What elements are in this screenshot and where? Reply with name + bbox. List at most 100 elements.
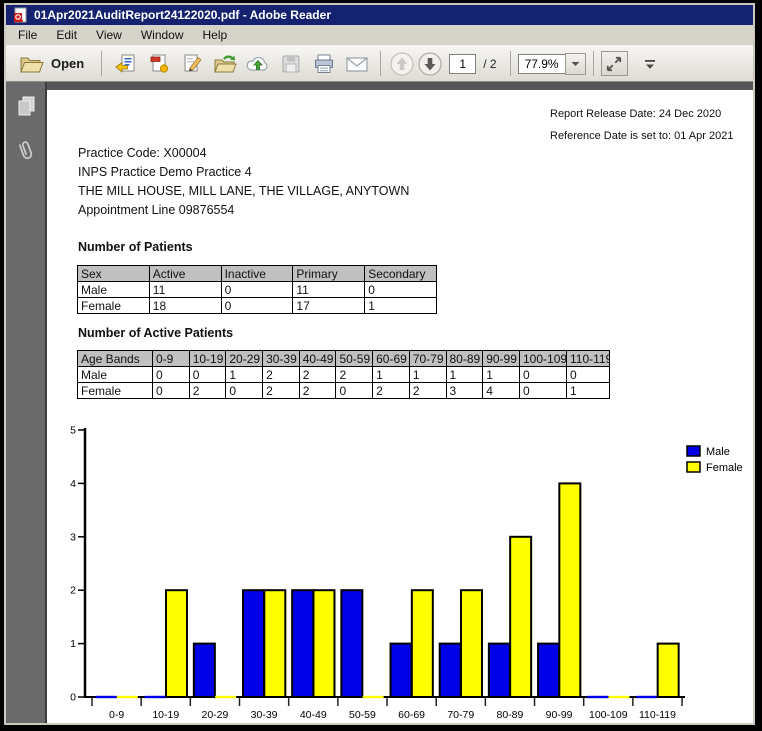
open-button[interactable]: Open bbox=[14, 49, 94, 79]
svg-text:80-89: 80-89 bbox=[497, 709, 524, 721]
pdf-file-icon bbox=[12, 7, 28, 23]
toolbar-separator bbox=[593, 51, 594, 76]
menu-view[interactable]: View bbox=[88, 26, 133, 44]
table-cell: 4 bbox=[483, 383, 520, 399]
menu-edit[interactable]: Edit bbox=[48, 26, 88, 44]
table-cell: Female bbox=[78, 383, 153, 399]
table-cell: 2 bbox=[336, 367, 373, 383]
chevron-down-icon bbox=[571, 61, 580, 67]
save-to-folder-button[interactable] bbox=[208, 49, 241, 79]
table-cell: 2 bbox=[189, 383, 226, 399]
table-cell: 11 bbox=[149, 282, 221, 298]
table-cell: 1 bbox=[365, 298, 437, 314]
previous-view-doc-icon bbox=[114, 52, 138, 76]
practice-name-line: INPS Practice Demo Practice 4 bbox=[78, 163, 409, 182]
page-thumbnails-icon bbox=[14, 94, 38, 118]
report-dates: Report Release Date: 24 Dec 2020 Referen… bbox=[550, 103, 733, 147]
appointment-line: Appointment Line 09876554 bbox=[78, 201, 409, 220]
print-button[interactable] bbox=[307, 49, 340, 79]
table-cell: 1 bbox=[409, 367, 446, 383]
document-pane[interactable]: Report Release Date: 24 Dec 2020 Referen… bbox=[47, 82, 753, 723]
table-cell: 2 bbox=[263, 383, 300, 399]
svg-text:4: 4 bbox=[70, 478, 76, 490]
toolbar-separator bbox=[101, 51, 102, 76]
create-pdf-button[interactable] bbox=[142, 49, 175, 79]
menu-bar: File Edit View Window Help bbox=[6, 25, 753, 45]
svg-text:30-39: 30-39 bbox=[251, 709, 278, 721]
attachments-button[interactable] bbox=[12, 138, 40, 166]
menu-file[interactable]: File bbox=[10, 26, 48, 44]
column-header: Inactive bbox=[221, 266, 293, 282]
svg-text:70-79: 70-79 bbox=[447, 709, 474, 721]
previous-view-button[interactable] bbox=[109, 49, 142, 79]
table-cell: 2 bbox=[373, 383, 410, 399]
table-cell: Male bbox=[78, 367, 153, 383]
table-cell: 1 bbox=[446, 367, 483, 383]
page-thumbnails-button[interactable] bbox=[12, 92, 40, 120]
zoom-dropdown-button[interactable] bbox=[565, 53, 586, 75]
svg-text:60-69: 60-69 bbox=[398, 709, 425, 721]
next-page-button[interactable] bbox=[416, 50, 444, 78]
table-cell: 1 bbox=[373, 367, 410, 383]
table-cell: 18 bbox=[149, 298, 221, 314]
column-header: 50-59 bbox=[336, 351, 373, 367]
svg-text:40-49: 40-49 bbox=[300, 709, 327, 721]
column-header: 70-79 bbox=[409, 351, 446, 367]
svg-text:1: 1 bbox=[70, 638, 76, 650]
menu-window[interactable]: Window bbox=[133, 26, 195, 44]
svg-text:0-9: 0-9 bbox=[109, 709, 124, 721]
toolbar-separator bbox=[380, 51, 381, 76]
menu-help[interactable]: Help bbox=[195, 26, 239, 44]
main-area: Report Release Date: 24 Dec 2020 Referen… bbox=[6, 82, 753, 723]
table-cell: 1 bbox=[567, 383, 610, 399]
svg-text:20-29: 20-29 bbox=[201, 709, 228, 721]
table-cell: 2 bbox=[299, 367, 336, 383]
table-row: Female180171 bbox=[78, 298, 437, 314]
practice-address-line: THE MILL HOUSE, MILL LANE, THE VILLAGE, … bbox=[78, 182, 409, 201]
practice-info: Practice Code: X00004 INPS Practice Demo… bbox=[78, 144, 409, 220]
svg-text:2: 2 bbox=[70, 585, 76, 597]
open-folder-icon bbox=[18, 53, 44, 75]
save-to-folder-icon bbox=[212, 52, 238, 76]
table-cell: 2 bbox=[263, 367, 300, 383]
svg-text:100-109: 100-109 bbox=[589, 709, 628, 721]
page-number-input[interactable] bbox=[449, 54, 476, 74]
table-cell: Male bbox=[78, 282, 150, 298]
toolbar-overflow-button[interactable] bbox=[638, 51, 662, 77]
column-header: 60-69 bbox=[373, 351, 410, 367]
column-header: Sex bbox=[78, 266, 150, 282]
navigation-pane bbox=[6, 82, 47, 723]
cloud-upload-button[interactable] bbox=[241, 49, 274, 79]
column-header: 20-29 bbox=[226, 351, 263, 367]
fit-window-button[interactable] bbox=[601, 51, 628, 76]
svg-text:5: 5 bbox=[70, 425, 76, 437]
column-header: 0-9 bbox=[153, 351, 190, 367]
column-header: 80-89 bbox=[446, 351, 483, 367]
table-cell: Female bbox=[78, 298, 150, 314]
table-cell: 0 bbox=[153, 367, 190, 383]
print-icon bbox=[312, 52, 336, 76]
save-file-button[interactable] bbox=[274, 49, 307, 79]
table-header-row: Age Bands0-910-1920-2930-3940-4950-5960-… bbox=[78, 351, 610, 367]
sign-document-icon bbox=[180, 52, 204, 76]
zoom-level-input[interactable] bbox=[518, 54, 566, 74]
column-header: 30-39 bbox=[263, 351, 300, 367]
toolbar-overflow-icon bbox=[643, 57, 657, 71]
column-header: 40-49 bbox=[299, 351, 336, 367]
report-release-date: Report Release Date: 24 Dec 2020 bbox=[550, 103, 733, 125]
table-cell: 0 bbox=[226, 383, 263, 399]
table-cell: 0 bbox=[365, 282, 437, 298]
column-header: 110-119 bbox=[567, 351, 610, 367]
window-title: 01Apr2021AuditReport24122020.pdf - Adobe… bbox=[34, 8, 331, 22]
table-cell: 0 bbox=[336, 383, 373, 399]
previous-page-button[interactable] bbox=[388, 50, 416, 78]
table-cell: 2 bbox=[409, 383, 446, 399]
page-count-label: / 2 bbox=[483, 57, 496, 71]
patients-table-title: Number of Patients bbox=[78, 240, 193, 254]
sign-document-button[interactable] bbox=[175, 49, 208, 79]
column-header: Active bbox=[149, 266, 221, 282]
toolbar-separator bbox=[510, 51, 511, 76]
fit-window-icon bbox=[604, 54, 624, 74]
pdf-page: Report Release Date: 24 Dec 2020 Referen… bbox=[47, 90, 753, 723]
email-button[interactable] bbox=[340, 49, 373, 79]
